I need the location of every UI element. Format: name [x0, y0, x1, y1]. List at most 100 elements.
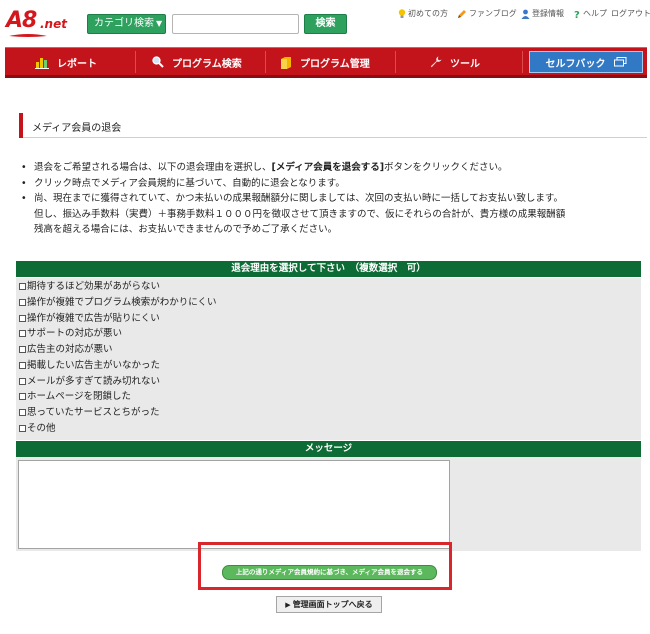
back-to-top-button[interactable]: ▶ 管理画面トップへ戻る — [276, 596, 382, 613]
wrench-icon — [430, 56, 442, 68]
reason-checkbox[interactable]: その他 — [19, 421, 56, 436]
note-item: • 退会をご希望される場合は、以下の退会理由を選択し、[メディア会員を退会する]… — [18, 160, 642, 176]
checkbox-icon[interactable] — [19, 330, 26, 337]
reason-checkbox[interactable]: 操作が複雑で広告が貼りにくい — [19, 311, 160, 326]
logo-main: A8 — [6, 8, 37, 33]
reason-label: ホームページを閉鎖した — [27, 391, 132, 402]
reason-checkbox[interactable]: 期待するほど効果があがらない — [19, 279, 160, 294]
magnifier-icon — [152, 56, 164, 68]
link-logout-label: ログアウト — [611, 9, 650, 18]
search-input[interactable] — [172, 14, 299, 34]
play-arrow-icon: ▶ — [285, 601, 291, 609]
folder-icon — [281, 56, 291, 69]
link-account-info[interactable]: 登録情報 — [521, 8, 564, 19]
withdrawal-notes: • 退会をご希望される場合は、以下の退会理由を選択し、[メディア会員を退会する]… — [18, 160, 642, 238]
nav-program-search[interactable]: プログラム検索 — [152, 48, 242, 76]
reason-label: その他 — [27, 423, 56, 434]
link-beginners[interactable]: 初めての方 — [398, 8, 448, 19]
note-1c: ボタンをクリックください。 — [384, 162, 508, 173]
note-item: • クリック時点でメディア会員規約に基づいて、自動的に退会となります。 — [18, 176, 642, 192]
reason-checkbox[interactable]: 掲載したい広告主がいなかった — [19, 358, 160, 373]
reason-checkbox[interactable]: 広告主の対応が悪い — [19, 342, 113, 357]
reason-label: 期待するほど効果があがらない — [27, 281, 161, 292]
link-help[interactable]: ? ヘルプ — [574, 8, 607, 19]
nav-tools[interactable]: ツール — [430, 48, 480, 76]
note-3-line1: 尚、現在までに獲得されていて、かつ未払いの成果報酬額分に関しましては、次回の支払… — [34, 193, 563, 204]
selfback-label: セルフバック — [545, 58, 606, 70]
checkbox-icon[interactable] — [19, 425, 26, 432]
svg-text:?: ? — [574, 10, 580, 19]
search-button[interactable]: 検索 — [304, 14, 347, 34]
reason-label: 操作が複雑でプログラム検索がわかりにくい — [27, 297, 217, 308]
link-logout[interactable]: ログアウト — [611, 8, 650, 19]
reason-checkbox[interactable]: 思っていたサービスとちがった — [19, 405, 160, 420]
nav-divider — [522, 51, 523, 73]
nav-divider — [135, 51, 136, 73]
logo-swoosh-icon — [9, 34, 47, 37]
nav-divider — [265, 51, 266, 73]
bar-chart-icon — [35, 57, 49, 69]
reason-label: 思っていたサービスとちがった — [27, 407, 160, 418]
category-search-label: カテゴリ検索 — [94, 18, 154, 29]
reason-checkbox[interactable]: 操作が複雑でプログラム検索がわかりにくい — [19, 295, 217, 310]
page-title: メディア会員の退会 — [32, 123, 122, 134]
reasons-list: 期待するほど効果があがらない 操作が複雑でプログラム検索がわかりにくい 操作が複… — [16, 278, 641, 440]
message-section — [16, 457, 641, 551]
main-nav: レポート プログラム検索 プログラム管理 ツール セルフバック — [5, 47, 647, 78]
link-beginners-label: 初めての方 — [408, 9, 448, 18]
reason-checkbox[interactable]: サポートの対応が悪い — [19, 326, 122, 341]
note-3-line2: 但し、振込み手数料（実費）＋事務手数料１０００円を徴収させて頂きますので、仮にそ… — [34, 208, 566, 220]
link-fanblog[interactable]: ファンブログ — [457, 8, 517, 19]
caret-down-icon: ▼ — [156, 19, 163, 28]
reason-checkbox[interactable]: メールが多すぎて読み切れない — [19, 374, 160, 389]
link-fanblog-label: ファンブログ — [469, 9, 517, 18]
nav-tools-label: ツール — [450, 58, 480, 70]
reason-label: 掲載したい広告主がいなかった — [27, 360, 161, 371]
note-1b: [メディア会員を退会する] — [271, 162, 385, 173]
reason-label: メールが多すぎて読み切れない — [27, 376, 161, 387]
question-icon: ? — [574, 10, 580, 19]
nav-report[interactable]: レポート — [35, 48, 97, 76]
checkbox-icon[interactable] — [19, 378, 26, 385]
back-to-top-label: 管理画面トップへ戻る — [292, 600, 373, 609]
message-header: メッセージ — [16, 441, 641, 457]
reason-checkbox[interactable]: ホームページを閉鎖した — [19, 389, 131, 404]
top-bar: A8 .net カテゴリ検索 ▼ 検索 初めての方 ファンブログ 登録情報 ? … — [0, 0, 650, 46]
page-title-block: メディア会員の退会 — [19, 113, 647, 138]
lightbulb-icon — [398, 8, 406, 18]
title-accent-bar — [19, 113, 23, 138]
selfback-button[interactable]: セルフバック — [529, 51, 643, 73]
nav-divider — [395, 51, 396, 73]
checkbox-icon[interactable] — [19, 315, 26, 322]
checkbox-icon[interactable] — [19, 346, 26, 353]
note-2: クリック時点でメディア会員規約に基づいて、自動的に退会となります。 — [34, 177, 345, 189]
category-search-button[interactable]: カテゴリ検索 ▼ — [87, 14, 166, 34]
bullet-icon: • — [21, 162, 27, 173]
note-3-line3: 残高を超える場合には、お支払いできませんので予めご了承ください。 — [34, 224, 338, 235]
reason-label: 広告主の対応が悪い — [27, 344, 113, 355]
nav-program-manage-label: プログラム管理 — [300, 58, 370, 70]
checkbox-icon[interactable] — [19, 409, 26, 416]
bullet-icon: • — [21, 193, 27, 204]
logo-sub: .net — [40, 17, 67, 31]
note-item: • 尚、現在までに獲得されていて、かつ未払いの成果報酬額分に関しましては、次回の… — [18, 191, 642, 207]
bullet-icon: • — [21, 177, 27, 189]
withdraw-submit-button[interactable]: 上記の通りメディア会員規約に基づき、メディア会員を退会する — [222, 565, 437, 580]
link-account-info-label: 登録情報 — [532, 9, 564, 18]
nav-report-label: レポート — [57, 58, 97, 70]
pencil-icon — [458, 9, 466, 18]
checkbox-icon[interactable] — [19, 362, 26, 369]
nav-program-manage[interactable]: プログラム管理 — [280, 48, 370, 76]
note-1a: 退会をご希望される場合は、以下の退会理由を選択し、 — [34, 162, 272, 173]
user-icon — [521, 9, 530, 19]
checkbox-icon[interactable] — [19, 283, 26, 290]
nav-program-search-label: プログラム検索 — [172, 58, 242, 70]
window-icon — [613, 57, 626, 67]
reason-label: サポートの対応が悪い — [27, 328, 123, 339]
link-help-label: ヘルプ — [583, 9, 607, 18]
message-textarea[interactable] — [18, 460, 450, 549]
checkbox-icon[interactable] — [19, 299, 26, 306]
checkbox-icon[interactable] — [19, 393, 26, 400]
reason-label: 操作が複雑で広告が貼りにくい — [27, 313, 160, 324]
reasons-header: 退会理由を選択して下さい （複数選択 可） — [16, 261, 641, 277]
